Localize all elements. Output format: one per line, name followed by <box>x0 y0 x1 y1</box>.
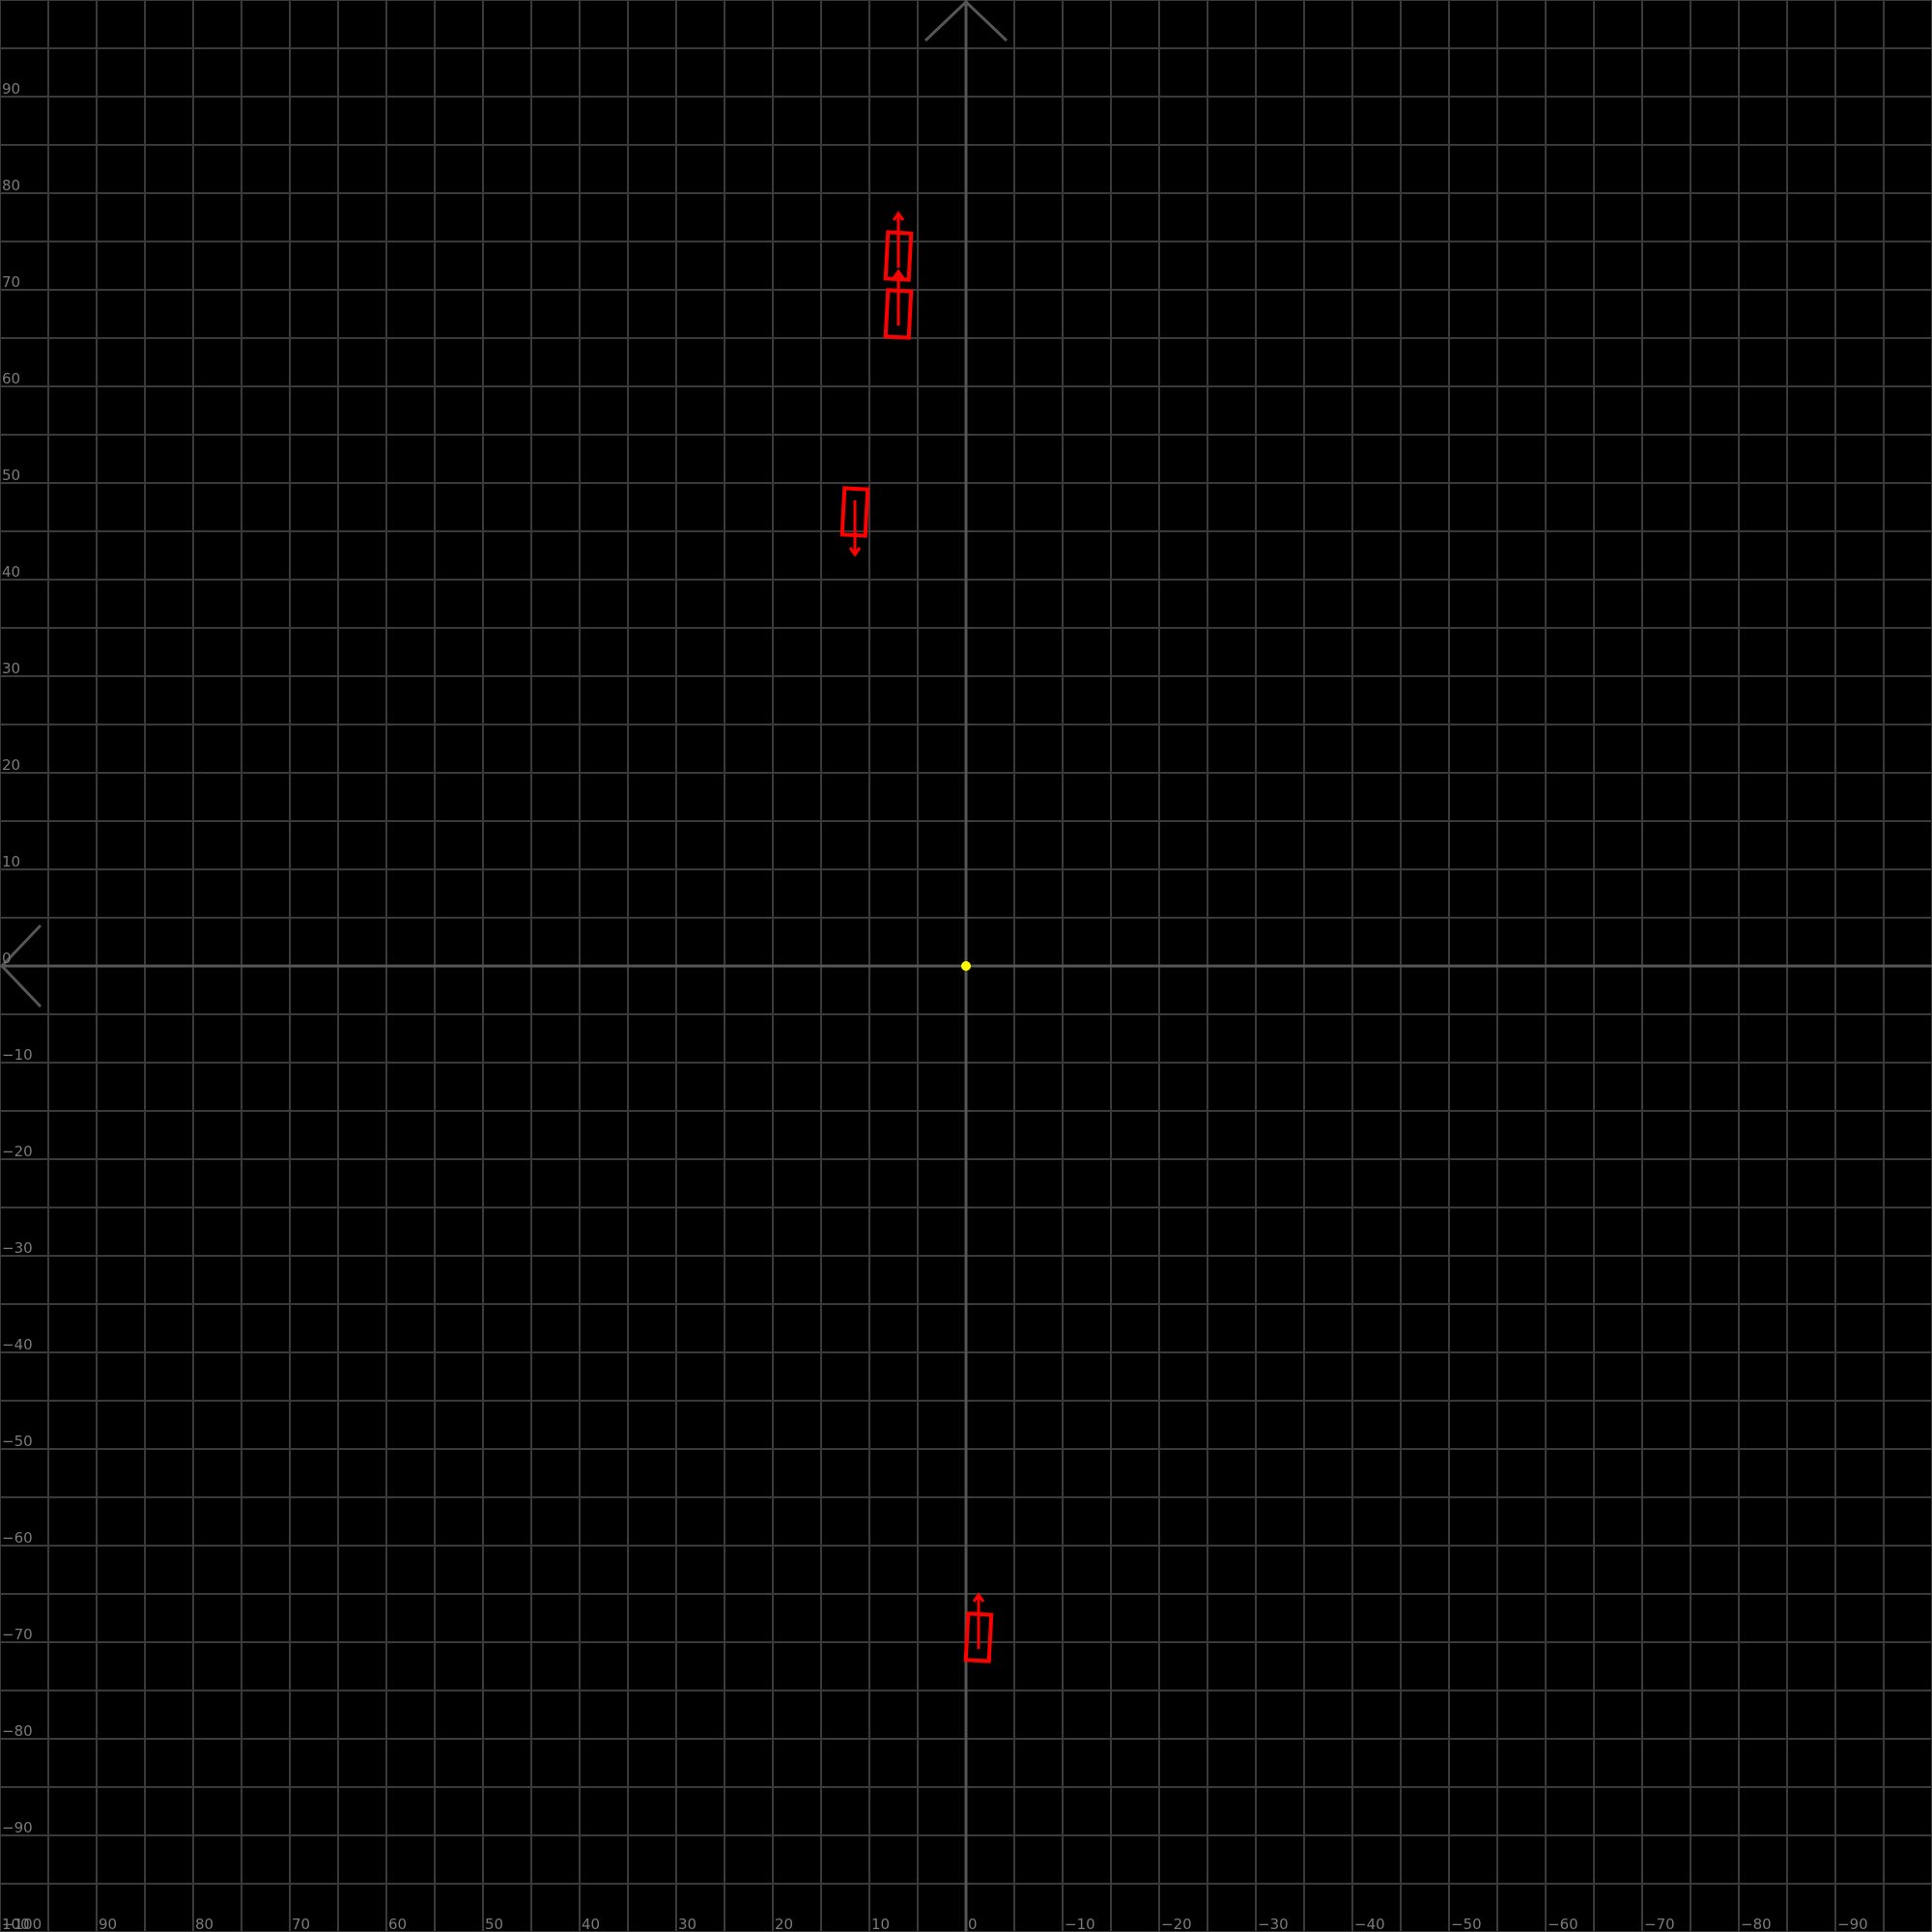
y-tick-label: 10 <box>2 853 20 870</box>
x-tick-label: 0 <box>968 1916 978 1932</box>
origin-dot <box>961 961 971 971</box>
y-tick-label: 20 <box>2 756 20 774</box>
y-tick-label: −30 <box>2 1239 33 1257</box>
x-tick-label: −90 <box>1837 1916 1868 1932</box>
y-tick-label: −80 <box>2 1722 33 1740</box>
x-tick-label: −50 <box>1451 1916 1482 1932</box>
x-tick-label: 80 <box>195 1916 213 1932</box>
y-tick-label: −60 <box>2 1529 33 1547</box>
x-tick-label: −20 <box>1161 1916 1192 1932</box>
x-tick-label: 60 <box>388 1916 407 1932</box>
x-tick-label: 50 <box>485 1916 503 1932</box>
y-tick-label: 0 <box>2 950 12 967</box>
y-tick-label: −10 <box>2 1046 33 1064</box>
y-tick-label: −70 <box>2 1626 33 1643</box>
y-tick-label: −50 <box>2 1433 33 1450</box>
object-marker <box>839 486 870 557</box>
x-tick-label: 40 <box>582 1916 600 1932</box>
x-tick-label: −80 <box>1741 1916 1772 1932</box>
y-tick-label: 100 <box>2 0 30 1</box>
y-tick-label: −20 <box>2 1143 33 1160</box>
x-tick-label: −30 <box>1258 1916 1289 1932</box>
x-tick-label: −70 <box>1644 1916 1675 1932</box>
y-tick-label: 90 <box>2 80 20 98</box>
y-tick-label: 40 <box>2 563 20 581</box>
x-tick-label: −60 <box>1548 1916 1578 1932</box>
y-tick-label: −100 <box>2 1916 42 1932</box>
x-tick-label: −10 <box>1065 1916 1095 1932</box>
x-tick-label: 90 <box>99 1916 117 1932</box>
x-tick-label: 70 <box>292 1916 310 1932</box>
x-tick-label: 10 <box>871 1916 890 1932</box>
bird-eye-view-plot: 100 90 80 70 60 50 40 30 20 10 0 −10 −20 −30 −40 −50 −60… <box>0 0 1932 1932</box>
origin <box>961 961 971 971</box>
x-tick-label: 30 <box>678 1916 696 1932</box>
y-tick-label: −90 <box>2 1819 33 1836</box>
y-tick-label: −40 <box>2 1336 33 1353</box>
y-tick-label: 60 <box>2 370 20 387</box>
y-tick-label: 50 <box>2 467 20 484</box>
x-tick-label: −40 <box>1354 1916 1385 1932</box>
object-marker <box>963 1592 994 1663</box>
x-tick-label: 20 <box>775 1916 793 1932</box>
y-tick-label: 70 <box>2 273 20 291</box>
y-tick-label: 30 <box>2 660 20 677</box>
y-tick-label: 80 <box>2 177 20 194</box>
